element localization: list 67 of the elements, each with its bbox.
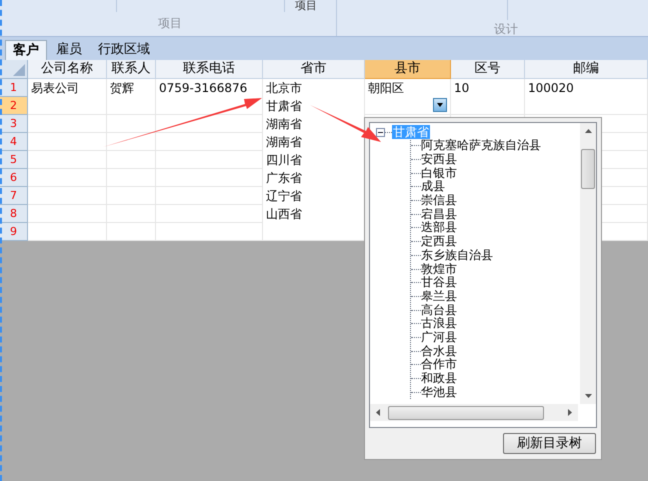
tab[interactable]: 客户 — [5, 40, 47, 60]
table-cell-text: 湖南省 — [266, 116, 302, 133]
row-header[interactable]: 4 — [0, 133, 28, 151]
table-cell-text: 易表公司 — [31, 80, 79, 97]
row-header[interactable]: 6 — [0, 169, 28, 187]
row-header[interactable]: 9 — [0, 223, 28, 241]
table-cell-text: 贺辉 — [110, 80, 134, 97]
table-cell-text: 山西省 — [266, 206, 302, 223]
column-header[interactable]: 联系电话 — [156, 60, 263, 79]
tree-item[interactable]: 敦煌市 — [421, 262, 457, 276]
column-header[interactable]: 联系人 — [107, 60, 156, 79]
row-header[interactable]: 1 — [0, 79, 28, 97]
tree-item[interactable]: 华池县 — [421, 386, 457, 399]
scroll-thumb[interactable] — [388, 406, 544, 420]
tree-item[interactable]: 甘谷县 — [421, 276, 457, 290]
tree-item[interactable]: 皋兰县 — [421, 290, 457, 303]
tree-item[interactable]: 和政县 — [421, 372, 457, 386]
tree-item[interactable]: 定西县 — [421, 235, 457, 248]
tree-item[interactable]: 宕昌县 — [421, 208, 457, 221]
column-header[interactable]: 邮编 — [525, 60, 648, 79]
tree-item[interactable]: 安西县 — [421, 153, 457, 166]
table-cell-text: 10 — [454, 80, 470, 97]
tree-item[interactable]: 白银市 — [421, 166, 457, 180]
tree-item[interactable]: 崇信县 — [421, 194, 457, 208]
refresh-tree-button[interactable]: 刷新目录树 — [503, 433, 596, 454]
tree-item[interactable]: 东乡族自治县 — [421, 248, 493, 262]
column-header[interactable]: 县市 — [365, 60, 451, 79]
row-header[interactable]: 5 — [0, 151, 28, 169]
table-cell-text: 朝阳区 — [368, 80, 404, 97]
tree-item[interactable]: 古浪县 — [421, 317, 457, 330]
group-label: 项目 — [158, 15, 182, 32]
triangle-icon — [13, 64, 25, 76]
tree-item[interactable]: 成县 — [421, 180, 445, 194]
table-cell-text: 甘肃省 — [266, 98, 302, 115]
tab[interactable]: 行政区域 — [91, 40, 157, 60]
tree-item[interactable]: 合水县 — [421, 344, 457, 358]
tree-item[interactable]: 合作市 — [421, 358, 457, 372]
column-header[interactable]: 省市 — [263, 60, 365, 79]
table-cell-text: 0759-3166876 — [159, 80, 248, 97]
caret-icon — [437, 103, 443, 107]
scroll-left-icon[interactable] — [376, 409, 380, 416]
table-cell-text: 广东省 — [266, 170, 302, 187]
tree-item[interactable]: 广河县 — [421, 330, 457, 344]
table-cell-text: 北京市 — [266, 80, 302, 97]
column-header[interactable]: 区号 — [451, 60, 525, 79]
row-header[interactable]: 3 — [0, 115, 28, 133]
table-cell-text: 四川省 — [266, 152, 302, 169]
scroll-right-icon[interactable] — [568, 409, 572, 416]
vertical-scrollbar[interactable] — [580, 123, 596, 404]
corner-cell[interactable] — [0, 60, 28, 79]
horizontal-scrollbar[interactable] — [370, 404, 578, 421]
tree-item[interactable]: 迭部县 — [421, 221, 457, 234]
tree-item[interactable]: 高台县 — [421, 304, 457, 317]
ribbon-label: 项目 — [294, 0, 317, 12]
scroll-thumb[interactable] — [581, 149, 595, 189]
dropdown-button[interactable] — [433, 98, 447, 112]
row-header[interactable]: 7 — [0, 187, 28, 205]
table-cell-text: 湖南省 — [266, 134, 302, 151]
tree-item[interactable]: 阿克塞哈萨克族自治县 — [421, 139, 541, 152]
tab[interactable]: 雇员 — [49, 40, 89, 60]
collapse-icon[interactable] — [376, 128, 385, 136]
column-header[interactable]: 公司名称 — [28, 60, 107, 79]
scroll-down-icon[interactable] — [584, 394, 592, 398]
table-cell-text: 辽宁省 — [266, 188, 302, 205]
row-header[interactable]: 8 — [0, 205, 28, 223]
table-cell-text: 100020 — [528, 80, 574, 97]
group-label: 设计 — [494, 21, 518, 38]
